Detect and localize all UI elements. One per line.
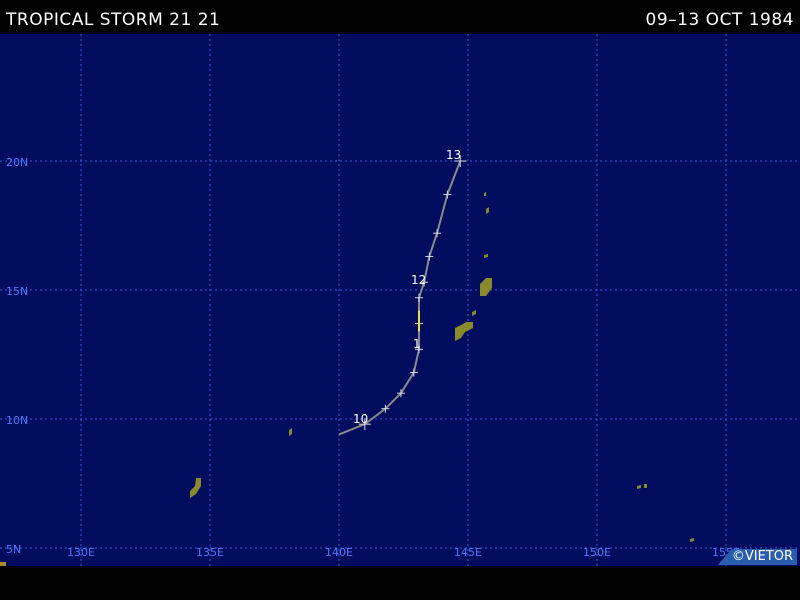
- lon-label: 150E: [583, 546, 611, 559]
- lat-label: 10N: [6, 414, 28, 427]
- lon-label: 135E: [196, 546, 224, 559]
- lat-label: 20N: [6, 156, 28, 169]
- day-label-12: 12: [411, 273, 426, 287]
- day-label-11: 1: [413, 337, 421, 351]
- corner-mark: [0, 562, 6, 566]
- lat-label: 15N: [6, 285, 28, 298]
- footer-bar: [0, 566, 800, 600]
- day-label-10: 10: [353, 412, 368, 426]
- island-east-2: [644, 484, 647, 488]
- track-map: 130E 135E 140E 145E 150E 155E 20N 15N 10…: [0, 34, 800, 566]
- ocean-background: [0, 34, 800, 566]
- lon-label: 140E: [325, 546, 353, 559]
- map-canvas: 130E 135E 140E 145E 150E 155E 20N 15N 10…: [0, 34, 800, 566]
- header-bar: TROPICAL STORM 21 21 09–13 OCT 1984: [0, 0, 800, 34]
- storm-dates: 09–13 OCT 1984: [645, 10, 794, 30]
- day-label-13: 13: [446, 148, 461, 162]
- storm-title: TROPICAL STORM 21 21: [6, 10, 221, 30]
- lon-label: 130E: [67, 546, 95, 559]
- lat-label: 5N: [6, 543, 21, 556]
- lon-label: 145E: [454, 546, 482, 559]
